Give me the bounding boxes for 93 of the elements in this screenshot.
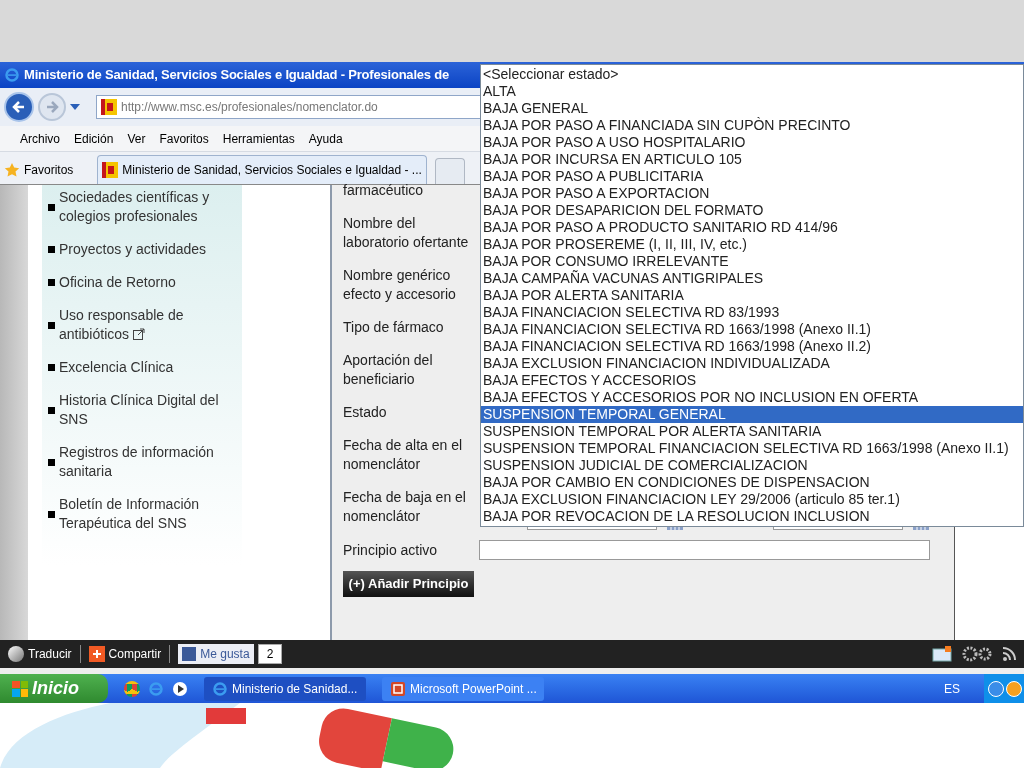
taskbar-window-button[interactable]: Ministerio de Sanidad... — [204, 676, 366, 701]
bullet-icon — [48, 458, 55, 466]
dropdown-option[interactable]: BAJA POR ALERTA SANITARIA — [481, 287, 1023, 304]
sidebar-link[interactable]: Uso responsable de antibióticos — [59, 306, 239, 344]
mail-icon[interactable] — [932, 646, 952, 662]
sidebar-link[interactable]: Sociedades científicas y colegios profesionales — [59, 188, 239, 226]
dropdown-option[interactable]: BAJA POR REVOCACION DE LA RESOLUCION INCLUSION — [481, 508, 1023, 525]
tray-app-icon[interactable] — [1006, 680, 1022, 697]
field-label: Estado — [343, 403, 388, 422]
like-button[interactable]: Me gusta — [178, 644, 254, 664]
add-ingredient-button[interactable]: (+) Añadir Principio — [343, 571, 474, 597]
windows-logo-icon — [12, 680, 28, 697]
translate-button[interactable]: Traducir — [8, 645, 81, 663]
dropdown-option[interactable]: BAJA POR PASO A FINANCIADA SIN CUPÒN PRECINTO — [481, 117, 1023, 134]
input-field[interactable] — [479, 540, 930, 560]
browser-icon — [148, 680, 164, 697]
dropdown-option[interactable]: BAJA EFECTOS Y ACCESORIOS POR NO INCLUSION EN OFERTA — [481, 389, 1023, 406]
window-title: Ministerio de Sanidad, Servicios Sociales e Igualdad - Profesionales de — [24, 66, 450, 85]
field-label: Fecha de alta en el nomenclátor — [343, 436, 464, 474]
sidebar-link[interactable]: Boletín de Información Terapéutica del SNS — [59, 495, 239, 533]
dropdown-option[interactable]: BAJA CAMPAÑA VACUNAS ANTIGRIPALES — [481, 270, 1023, 287]
settings-icon[interactable] — [960, 645, 994, 663]
dropdown-option[interactable]: BAJA POR PROSEREME (I, II, III, IV, etc.) — [481, 236, 1023, 253]
external-link-icon — [133, 328, 146, 340]
media-player-icon[interactable] — [172, 680, 188, 697]
facebook-icon — [182, 647, 197, 661]
browser-icon — [212, 680, 228, 697]
dropdown-option[interactable]: SUSPENSION TEMPORAL FINANCIACION SELECTIVA RD 1663/1998 (Anexo II.1) — [481, 440, 1023, 457]
dropdown-option[interactable]: BAJA POR PASO A PUBLICITARIA — [481, 168, 1023, 185]
taskbar-window-button[interactable]: Microsoft PowerPoint ... — [382, 676, 544, 701]
sidebar-link[interactable]: Oficina de Retorno — [59, 273, 239, 292]
dropdown-option[interactable]: BAJA POR DESAPARICION DEL FORMATO — [481, 202, 1023, 219]
favorites-button[interactable]: Favoritos — [4, 156, 90, 184]
bullet-icon — [48, 246, 55, 253]
dropdown-option[interactable]: BAJA POR PASO A PRODUCTO SANITARIO RD 414/96 — [481, 219, 1023, 236]
field-label: farmacéutico — [343, 181, 425, 200]
star-icon — [4, 162, 20, 178]
browser-icon — [4, 67, 20, 83]
menu-item[interactable]: Favoritos — [159, 129, 209, 148]
dropdown-option[interactable]: BAJA POR PASO A USO HOSPITALARIO — [481, 134, 1023, 151]
dropdown-option[interactable]: BAJA FINANCIACION SELECTIVA RD 1663/1998 (Anexo II.1) — [481, 321, 1023, 338]
dropdown-option[interactable]: BAJA POR CAMBIO EN CONDICIONES DE DISPENSACION — [481, 474, 1023, 491]
bullet-icon — [48, 406, 55, 414]
dropdown-option[interactable]: SUSPENSION TEMPORAL GENERAL — [481, 406, 1023, 423]
chrome-icon[interactable] — [124, 680, 140, 697]
bullet-icon — [48, 203, 55, 211]
left-arrow-icon — [11, 99, 27, 115]
bullet-icon — [48, 364, 55, 371]
dropdown-option[interactable]: BAJA POR INCURSA EN ARTICULO 105 — [481, 151, 1023, 168]
language-indicator[interactable]: ES — [944, 679, 960, 698]
bullet-icon — [48, 321, 55, 329]
sidebar-link[interactable]: Registros de información sanitaria — [59, 443, 239, 481]
menu-item[interactable]: Ayuda — [308, 129, 343, 148]
menu-item[interactable]: Herramientas — [222, 129, 295, 148]
browser-tab[interactable]: Ministerio de Sanidad, Servicios Sociales e Igualdad - ... — [97, 155, 427, 184]
field-label: Fecha de baja en el nomenclátor — [343, 488, 467, 526]
sidebar-link[interactable]: Excelencia Clínica — [59, 358, 239, 377]
dropdown-option[interactable]: <Seleccionar estado> — [481, 66, 1023, 83]
field-label: Nombre genérico efecto y accesorio — [343, 266, 457, 304]
dropdown-option[interactable]: BAJA FINANCIACION SELECTIVA RD 83/1993 — [481, 304, 1023, 321]
globe-icon — [8, 646, 24, 662]
bullet-icon — [48, 279, 55, 286]
sidebar-link[interactable]: Historia Clínica Digital del SNS — [59, 391, 239, 429]
menu-item[interactable]: Ver — [127, 129, 146, 148]
menu-item[interactable]: Archivo — [20, 129, 60, 148]
dropdown-option[interactable]: BAJA POR CONSUMO IRRELEVANTE — [481, 253, 1023, 270]
presentation-icon — [390, 680, 406, 697]
field-label: Aportación del beneficiario — [343, 351, 434, 389]
url-text: http://www.msc.es/profesionales/nomenclator.do — [121, 99, 378, 116]
like-count: 2 — [257, 644, 283, 664]
dropdown-option[interactable]: BAJA EFECTOS Y ACCESORIOS — [481, 372, 1023, 389]
dropdown-option[interactable]: BAJA GENERAL — [481, 100, 1023, 117]
bullet-icon — [48, 510, 55, 518]
dropdown-caret-icon[interactable] — [70, 104, 80, 110]
dropdown-option[interactable]: BAJA EXCLUSION FINANCIACION INDIVIDUALIZADA — [481, 355, 1023, 372]
dropdown-option[interactable]: BAJA FINANCIACION SELECTIVA RD 1663/1998 (Anexo II.2) — [481, 338, 1023, 355]
field-label: Nombre del laboratorio ofertante — [343, 214, 470, 252]
plus-icon — [88, 646, 105, 662]
dropdown-option[interactable]: ALTA — [481, 83, 1023, 100]
flag-icon — [102, 162, 119, 178]
rss-icon[interactable] — [1002, 646, 1016, 662]
flag-icon — [101, 99, 117, 115]
sidebar-link[interactable]: Proyectos y actividades — [59, 240, 239, 259]
field-label: Principio activo — [343, 540, 439, 560]
right-arrow-icon — [44, 99, 60, 115]
field-label: Tipo de fármaco — [343, 318, 445, 337]
menu-item[interactable]: Edición — [74, 129, 114, 148]
dropdown-option[interactable]: SUSPENSION TEMPORAL POR ALERTA SANITARIA — [481, 423, 1023, 440]
dropdown-option[interactable]: BAJA POR PASO A EXPORTACION — [481, 185, 1023, 202]
dropdown-option[interactable]: BAJA EXCLUSION FINANCIACION LEY 29/2006 (articulo 85 ter.1) — [481, 491, 1023, 508]
dropdown-option[interactable]: SUSPENSION JUDICIAL DE COMERCIALIZACION — [481, 457, 1023, 474]
back-button[interactable] — [4, 92, 34, 122]
share-button[interactable]: Compartir — [88, 645, 171, 663]
